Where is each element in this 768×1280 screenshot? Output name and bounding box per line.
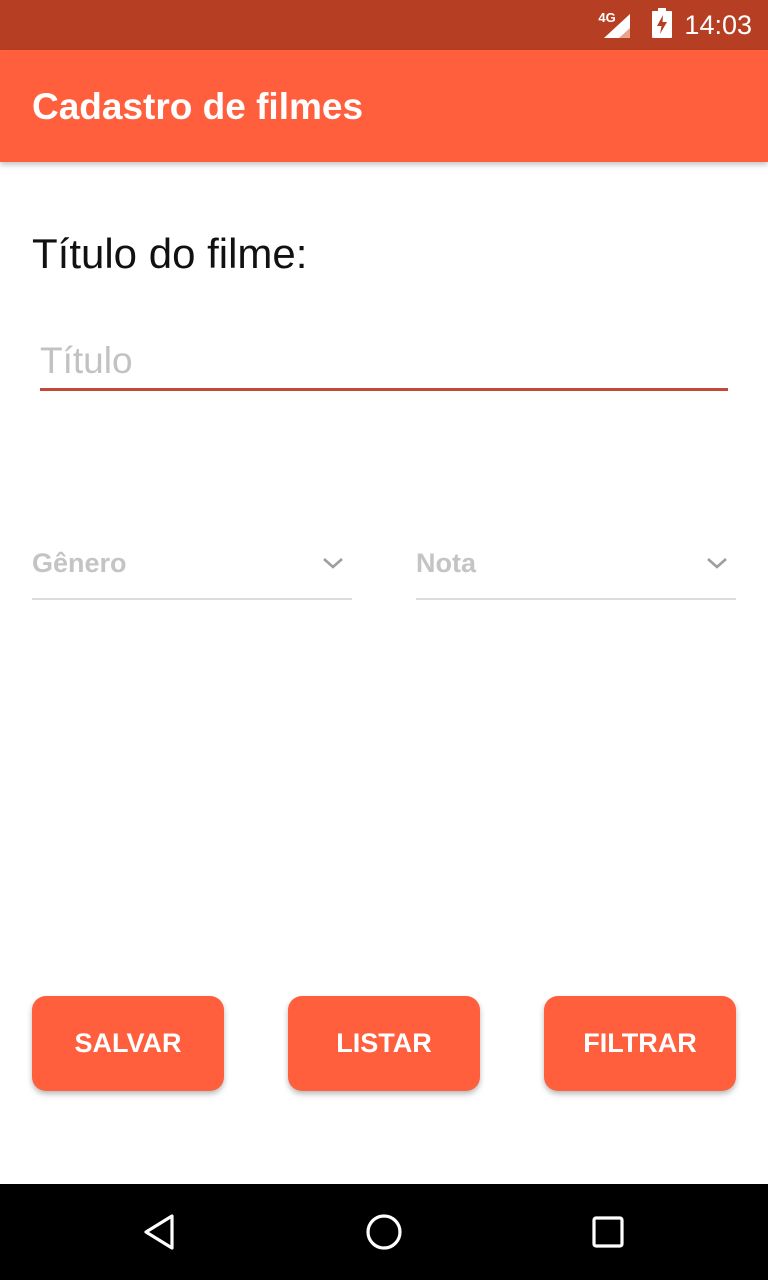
status-clock: 14:03 (684, 9, 752, 40)
genre-spinner[interactable]: Gênero (32, 540, 352, 600)
home-icon[interactable] (336, 1184, 432, 1280)
genre-spinner-text: Gênero (32, 548, 127, 578)
battery-charging-icon (652, 7, 673, 43)
chevron-down-icon (322, 556, 344, 575)
back-icon[interactable] (112, 1184, 208, 1280)
navigation-bar (0, 1184, 768, 1280)
signal-icon: 4G (598, 10, 638, 40)
save-button[interactable]: SALVAR (32, 996, 224, 1091)
rating-spinner-text: Nota (416, 548, 476, 578)
app-title: Cadastro de filmes (32, 86, 364, 127)
app-bar: Cadastro de filmes (0, 50, 768, 162)
recents-icon[interactable] (560, 1184, 656, 1280)
chevron-down-icon (706, 556, 728, 575)
rating-spinner[interactable]: Nota (416, 540, 736, 600)
film-title-input[interactable] (40, 334, 728, 391)
list-button[interactable]: LISTAR (288, 996, 480, 1091)
filter-button[interactable]: FILTRAR (544, 996, 736, 1091)
status-bar: 4G 14:03 (0, 0, 768, 50)
film-title-label: Título do filme: (32, 230, 308, 277)
status-icons: 4G 14:03 (598, 0, 752, 50)
